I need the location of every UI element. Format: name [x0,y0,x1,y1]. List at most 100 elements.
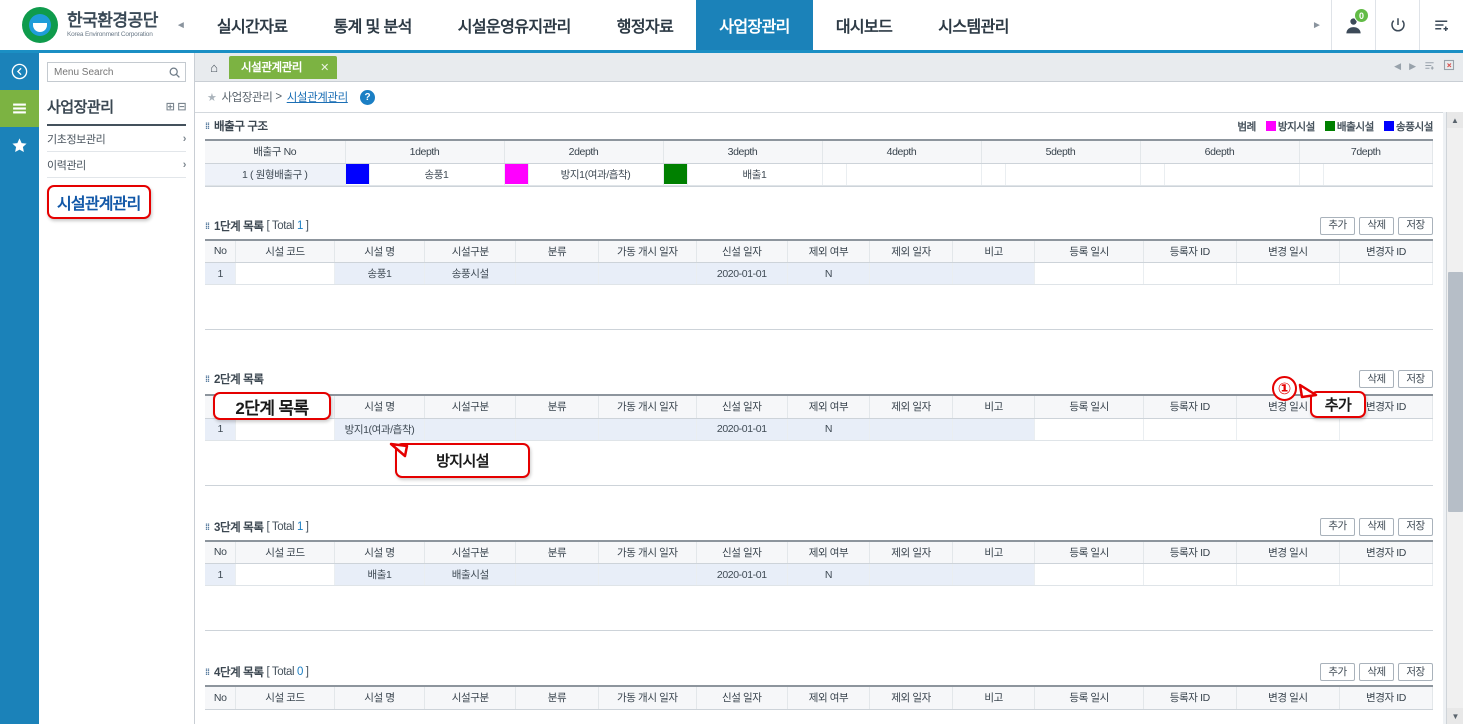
cell-type [424,418,517,441]
save-button[interactable]: 저장 [1398,216,1433,235]
scroll-up-icon[interactable]: ▲ [1447,112,1463,128]
save-button[interactable]: 저장 [1398,370,1433,388]
col-7depth: 7depth [1299,139,1433,164]
rail-menu-list-icon[interactable] [0,90,39,127]
breadcrumb-root[interactable]: 사업장관리 [221,89,272,105]
delete-button[interactable]: 삭제 [1359,517,1394,536]
col-2: 시설 명 [334,539,426,564]
cell-5depth-name [1005,163,1141,186]
col-8: 제외 일자 [869,238,953,263]
scroll-down-icon[interactable]: ▼ [1447,708,1463,724]
nav-expand-right-icon[interactable]: ► [1303,0,1331,50]
close-icon[interactable]: ✕ [320,61,329,74]
user-icon[interactable]: 0 [1331,0,1375,50]
cell-6depth-name [1164,163,1300,186]
table-row[interactable]: 1 ( 원형배출구 ) 송풍1 방지1(여과/흡착) 배출1 [205,163,1433,186]
col-5depth: 5depth [981,139,1141,164]
table-row[interactable]: 1 방지1(여과/흡착) 2020-01-01 N [205,418,1434,441]
col-10: 등록 일시 [1034,685,1144,710]
cell-3depth-name: 배출1 [687,163,823,186]
cell-code [235,262,335,285]
col-1: 시설 코드 [235,238,335,263]
cell-1depth-name: 송풍1 [369,163,505,186]
sidebar-title: 사업장관리 [47,99,114,116]
search-input[interactable] [54,66,165,78]
stage-header: ⁞⁞ 1단계 목록[ Total 1 ] 추가 삭제 저장 [205,213,1433,239]
save-button[interactable]: 저장 [1398,517,1433,536]
cell-7depth-swatch [1299,163,1324,186]
tab-list-icon[interactable] [1424,60,1435,73]
tab-next-icon[interactable]: ▶ [1409,61,1416,72]
delete-button[interactable]: 삭제 [1359,663,1394,681]
user-notification-badge: 0 [1354,8,1369,23]
nav-item-statistics-analysis[interactable]: 통계 및 분석 [310,0,434,50]
search-icon[interactable] [168,66,181,82]
cell-outlet-no: 1 ( 원형배출구 ) [205,163,346,186]
col-6: 신설 일자 [696,685,788,710]
sidebar-expand-all-icon[interactable]: ⊞ [166,100,175,113]
col-6: 신설 일자 [696,238,788,263]
col-2: 시설 명 [334,685,426,710]
outlet-structure-table: 배출구 No 1depth 2depth 3depth 4depth 5dept… [205,139,1433,186]
cell-reg_dt [1034,262,1144,285]
stage-table: No시설 코드시설 명시설구분분류가동 개시 일자신설 일자제외 여부제외 일자… [205,685,1434,710]
callout-tail-icon [389,442,409,458]
sidebar-item-facility-relation[interactable]: 시설관계관리 [47,185,151,219]
table-row[interactable]: 1 송풍1 송풍시설 2020-01-01 N [205,262,1434,285]
scrollbar-thumb[interactable] [1448,272,1463,512]
chevron-right-icon: › [182,158,187,171]
cell-reg_id [1143,563,1237,586]
cell-excluded: N [787,563,871,586]
rail-collapse-icon[interactable] [0,53,39,90]
legend-item-emission: 배출시설 [1324,119,1374,134]
menu-add-icon[interactable] [1419,0,1463,50]
delete-button[interactable]: 삭제 [1359,216,1394,235]
nav-item-realtime-data[interactable]: 실시간자료 [194,0,311,50]
stage-title: 4단계 목록 [214,667,264,679]
vertical-scrollbar[interactable]: ▲ ▼ [1446,112,1463,724]
sidebar-item-basic-info[interactable]: 기초정보관리 › [47,126,186,152]
breadcrumb: ★ 사업장관리 > 시설관계관리 ? [195,82,1463,112]
col-12: 변경 일시 [1236,539,1340,564]
help-icon[interactable]: ? [359,89,375,105]
home-icon[interactable]: ⌂ [203,60,225,75]
main-panel: ⁞⁞ 배출구 구조 범례 방지시설 배출시설 송풍시설 배출구 No 1dept… [195,112,1443,724]
col-1depth: 1depth [345,139,505,164]
nav-item-workplace-management[interactable]: 사업장관리 [696,0,813,50]
add-button[interactable]: 추가 [1320,517,1355,536]
tab-prev-icon[interactable]: ◀ [1394,61,1401,72]
breadcrumb-current[interactable]: 시설관계관리 [287,89,348,105]
stage-total: [ Total 1 ] [266,520,309,533]
cell-reg_id [1143,262,1237,285]
delete-button[interactable]: 삭제 [1359,370,1394,388]
power-icon[interactable] [1375,0,1419,50]
sidebar-collapse-all-icon[interactable]: ⊟ [177,100,186,113]
col-7: 제외 여부 [787,238,871,263]
add-button[interactable]: 추가 [1320,216,1355,235]
sidebar-item-history[interactable]: 이력관리 › [47,152,186,178]
add-button[interactable]: 추가 [1320,663,1355,681]
left-rail [0,53,39,724]
table-empty-space [205,285,1433,329]
rail-favorites-star-icon[interactable] [0,127,39,164]
col-11: 등록자 ID [1143,394,1237,419]
cell-7depth-name [1323,163,1433,186]
cell-no: 1 [205,262,237,285]
table-row[interactable]: 1 배출1 배출시설 2020-01-01 N [205,563,1434,586]
cell-4depth-name [846,163,982,186]
col-7: 제외 여부 [787,539,871,564]
save-button[interactable]: 저장 [1398,663,1433,681]
favorite-star-icon[interactable]: ★ [207,91,217,104]
nav-item-system-management[interactable]: 시스템관리 [915,0,1032,50]
nav-item-admin-data[interactable]: 행정자료 [594,0,696,50]
nav-item-dashboard[interactable]: 대시보드 [813,0,915,50]
nav-item-facility-operation[interactable]: 시설운영유지관리 [435,0,594,50]
tab-close-all-icon[interactable] [1443,59,1455,73]
outlet-structure-table-wrap: 배출구 No 1depth 2depth 3depth 4depth 5dept… [205,139,1433,187]
menu-search-box[interactable] [47,62,186,82]
legend-swatch-emission [1324,121,1335,131]
cell-start_date [598,262,697,285]
nav-collapse-left-icon[interactable]: ◄ [168,0,194,50]
tab-facility-relation[interactable]: 시설관계관리 ✕ [229,55,337,79]
brand-logo[interactable]: 한국환경공단 Korea Environment Corporation [0,0,168,50]
